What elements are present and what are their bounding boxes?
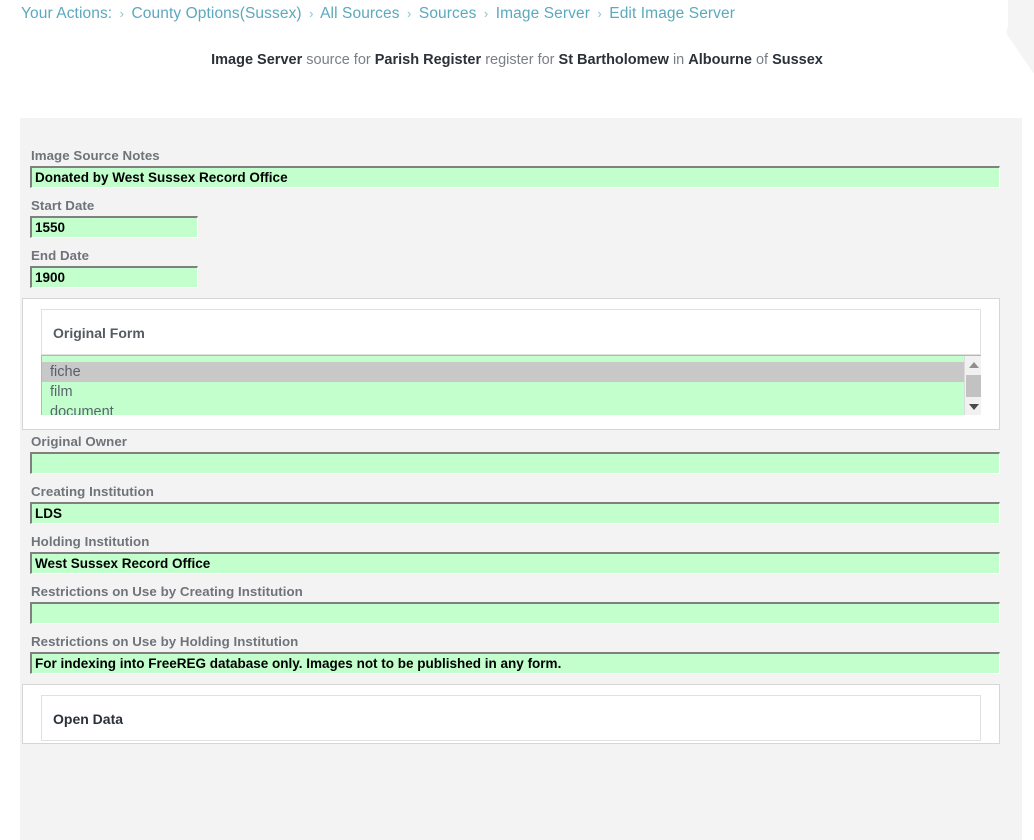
label-holding-institution: Holding Institution [31, 534, 150, 549]
original-form-option-document[interactable]: document [42, 402, 964, 415]
scrollbar-thumb[interactable] [966, 375, 981, 397]
edit-image-server-form-panel: Image Source Notes Start Date End Date O… [20, 118, 1022, 840]
page-title-text-register-for: register for [485, 52, 555, 68]
original-form-listbox[interactable]: fiche film document [41, 355, 981, 415]
breadcrumb-separator: › [483, 6, 489, 21]
restrictions-holding-input[interactable] [30, 652, 1000, 674]
page-title-text-in: in [672, 52, 685, 68]
field-restrictions-creating: Restrictions on Use by Creating Institut… [20, 584, 1022, 624]
page-title-register-type: Parish Register [374, 52, 482, 68]
end-date-input[interactable] [30, 266, 198, 288]
page-title-church: St Bartholomew [558, 52, 669, 68]
breadcrumb: Your Actions: › County Options(Sussex) ›… [21, 5, 735, 23]
page-title-source-type: Image Server [211, 52, 303, 68]
page-title-county: Sussex [772, 52, 823, 68]
label-creating-institution: Creating Institution [31, 484, 154, 499]
page-title-text-source-for: source for [306, 52, 371, 68]
breadcrumb-item-sources[interactable]: Sources [419, 5, 477, 22]
page-title: Image Server source for Parish Register … [0, 52, 1034, 68]
field-holding-institution: Holding Institution [20, 534, 1022, 574]
field-image-source-notes: Image Source Notes [20, 118, 1022, 188]
label-open-data: Open Data [41, 695, 981, 741]
breadcrumb-item-image-server[interactable]: Image Server [496, 5, 590, 22]
label-start-date: Start Date [31, 198, 95, 213]
page-root: Your Actions: › County Options(Sussex) ›… [0, 0, 1034, 840]
label-restrictions-creating: Restrictions on Use by Creating Institut… [31, 584, 303, 599]
original-form-option-list: fiche film document [42, 362, 964, 415]
field-start-date: Start Date [20, 198, 1022, 238]
label-image-source-notes: Image Source Notes [31, 148, 160, 163]
field-end-date: End Date [20, 248, 1022, 288]
page-title-place: Albourne [688, 52, 752, 68]
label-original-form: Original Form [41, 309, 981, 355]
image-source-notes-input[interactable] [30, 166, 1000, 188]
breadcrumb-item-all-sources[interactable]: All Sources [320, 5, 400, 22]
breadcrumb-prefix: Your Actions: [21, 5, 113, 22]
breadcrumb-item-county-options[interactable]: County Options(Sussex) [132, 5, 302, 22]
open-data-card: Open Data [22, 684, 1000, 744]
field-original-owner: Original Owner [20, 434, 1022, 474]
original-form-scrollbar[interactable] [964, 356, 981, 415]
creating-institution-input[interactable] [30, 502, 1000, 524]
breadcrumb-separator: › [309, 6, 314, 21]
scroll-down-arrow-icon[interactable] [965, 398, 981, 415]
label-original-owner: Original Owner [31, 434, 128, 449]
label-end-date: End Date [31, 248, 90, 263]
field-restrictions-holding: Restrictions on Use by Holding Instituti… [20, 634, 1022, 674]
field-creating-institution: Creating Institution [20, 484, 1022, 524]
scroll-up-arrow-icon[interactable] [965, 356, 981, 373]
original-owner-input[interactable] [30, 452, 1000, 474]
original-form-option-fiche[interactable]: fiche [42, 362, 964, 382]
breadcrumb-separator: › [597, 6, 602, 21]
holding-institution-input[interactable] [30, 552, 1000, 574]
label-restrictions-holding: Restrictions on Use by Holding Instituti… [31, 634, 299, 649]
breadcrumb-item-edit-image-server[interactable]: Edit Image Server [609, 5, 735, 22]
breadcrumb-separator: › [119, 6, 125, 21]
start-date-input[interactable] [30, 216, 198, 238]
breadcrumb-separator: › [407, 6, 412, 21]
page-title-text-of: of [755, 52, 769, 68]
original-form-option-film[interactable]: film [42, 382, 964, 402]
restrictions-creating-input[interactable] [30, 602, 1000, 624]
original-form-card: Original Form fiche film document [22, 298, 1000, 430]
